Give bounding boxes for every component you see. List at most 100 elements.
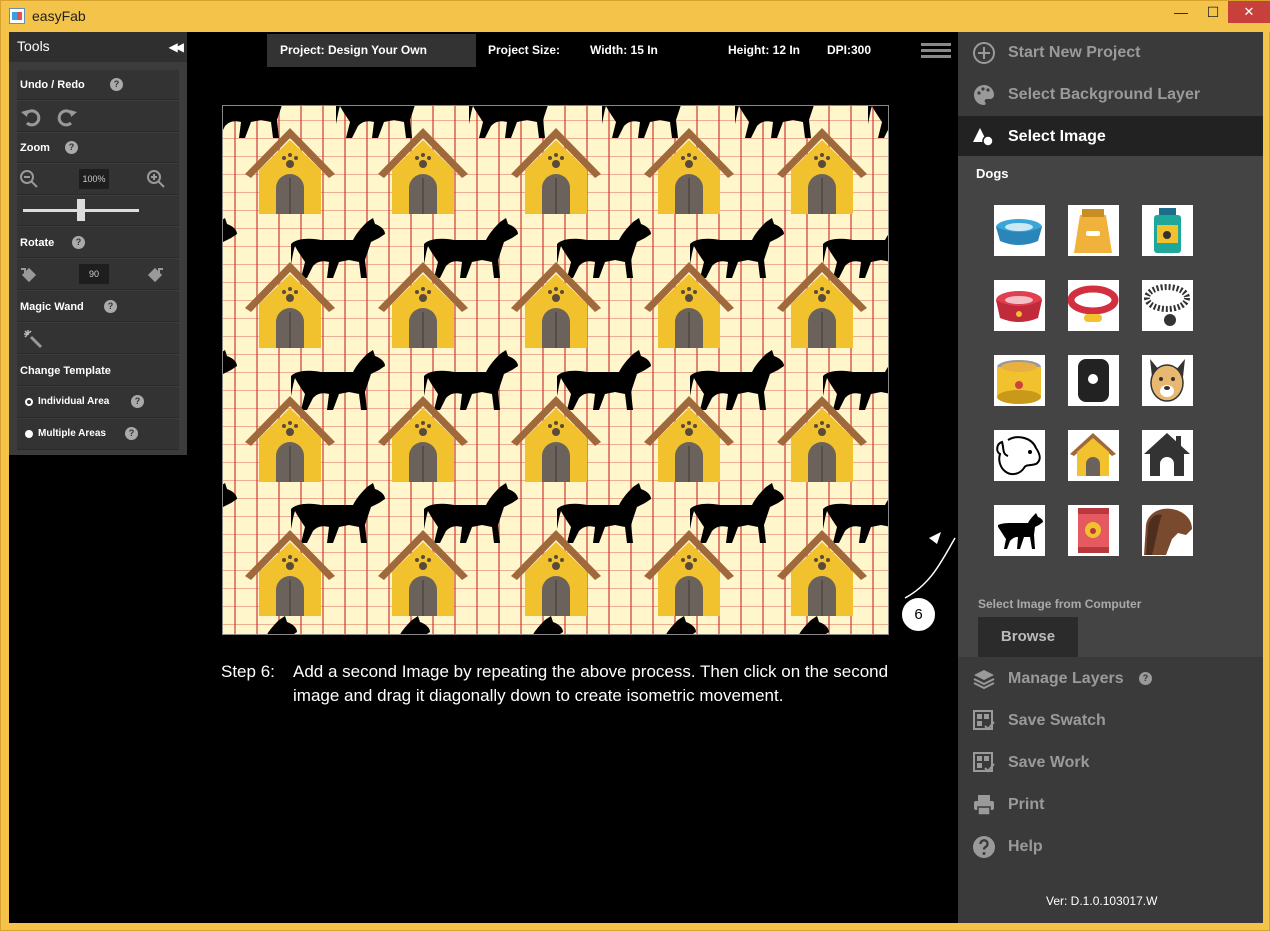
app-icon — [9, 8, 25, 24]
title-bar: easyFab — ☐ ✕ — [1, 1, 1270, 32]
multiple-areas-option[interactable]: Multiple Areas ? — [17, 419, 179, 450]
house-row-3 — [244, 395, 868, 483]
plus-circle-icon — [973, 42, 995, 64]
magic-wand-tool — [17, 323, 179, 354]
black-can-icon — [1078, 359, 1109, 402]
browse-button[interactable]: Browse — [978, 617, 1078, 657]
magic-wand-label: Magic Wand — [20, 301, 84, 313]
rotate-left-icon[interactable] — [19, 265, 39, 285]
zoom-help-icon[interactable]: ? — [65, 141, 78, 154]
sidebar-item-label: Manage Layers — [1008, 670, 1124, 687]
manage-layers-help-icon[interactable]: ? — [1139, 672, 1152, 685]
shapes-icon — [973, 128, 994, 147]
thumb-dog-face[interactable] — [1142, 355, 1193, 406]
tools-title: Tools — [17, 38, 50, 54]
version-label: Ver: D.1.0.103017.W — [1046, 894, 1158, 908]
individual-area-label: Individual Area — [38, 396, 110, 407]
project-name: Project: Design Your Own — [280, 43, 427, 57]
rotate-help-icon[interactable]: ? — [72, 236, 85, 249]
layers-icon — [973, 670, 995, 690]
thumb-black-can[interactable] — [1068, 355, 1119, 406]
rotate-controls: 90 — [17, 259, 179, 290]
redo-icon[interactable] — [55, 105, 79, 129]
sidebar-item-label: Print — [1008, 796, 1045, 813]
collapse-icon[interactable]: ◀◀ — [169, 40, 185, 54]
sidebar-item-label: Save Swatch — [1008, 712, 1106, 729]
sidebar-item-print[interactable]: Print — [958, 784, 1263, 826]
individual-area-help-icon[interactable]: ? — [131, 395, 144, 408]
zoom-in-icon[interactable] — [146, 169, 166, 189]
rotate-label: Rotate — [20, 237, 55, 249]
undo-redo-row: Undo / Redo ? — [17, 70, 179, 100]
tools-header: Tools ◀◀ — [9, 32, 187, 62]
zoom-value-input[interactable]: 100% — [79, 169, 109, 189]
sidebar-item-save-swatch[interactable]: Save Swatch — [958, 700, 1263, 742]
rotate-value-input[interactable]: 90 — [79, 264, 109, 284]
pattern-layer — [223, 106, 888, 634]
sidebar-item-manage-layers[interactable]: Manage Layers ? — [958, 658, 1263, 700]
thumb-dog-house[interactable] — [1068, 430, 1119, 481]
sidebar-item-select-background-layer[interactable]: Select Background Layer — [958, 74, 1263, 116]
project-dpi: DPI:300 — [827, 43, 872, 57]
thumb-dark-dog-house[interactable] — [1142, 430, 1193, 481]
dog-face-icon — [1150, 359, 1185, 402]
zoom-slider-row — [17, 196, 179, 226]
sidebar-item-start-new-project[interactable]: Start New Project — [958, 32, 1263, 74]
magic-wand-icon[interactable] — [23, 329, 43, 349]
magic-wand-row: Magic Wand ? — [17, 291, 179, 322]
zoom-out-icon[interactable] — [19, 169, 39, 189]
change-template-row: Change Template — [17, 355, 179, 386]
dog-head-icon — [1144, 508, 1192, 555]
food-can-icon — [997, 360, 1041, 404]
thumb-dog-outline[interactable] — [994, 430, 1045, 481]
dog-row-5 — [223, 616, 829, 634]
image-category-panel: Dogs Select Image from Computer Browse — [958, 156, 1263, 657]
step-text: Add a second Image by repeating the abov… — [293, 662, 889, 705]
maximize-button[interactable]: ☐ — [1198, 1, 1228, 23]
thumb-black-dog[interactable] — [994, 505, 1045, 556]
zoom-row: Zoom ? — [17, 133, 179, 163]
multiple-areas-help-icon[interactable]: ? — [125, 427, 138, 440]
category-title: Dogs — [976, 166, 1009, 181]
dog-house-icon — [1070, 433, 1116, 476]
black-dog-icon — [998, 513, 1043, 549]
rotate-row: Rotate ? — [17, 227, 179, 258]
individual-area-option[interactable]: Individual Area ? — [17, 387, 179, 418]
tools-panel: Tools ◀◀ Undo / Redo ? Zoom ? 100% Rotat… — [9, 32, 187, 455]
sidebar-item-label: Save Work — [1008, 754, 1090, 771]
black-collar-icon — [1144, 284, 1190, 326]
thumb-food-bag[interactable] — [1068, 205, 1119, 256]
house-row-4 — [244, 529, 868, 617]
thumb-dog-bowl[interactable] — [994, 205, 1045, 256]
thumb-red-collar[interactable] — [1068, 280, 1119, 331]
rotate-right-icon[interactable] — [145, 265, 165, 285]
zoom-slider-thumb[interactable] — [77, 199, 85, 221]
client-area: Tools ◀◀ Undo / Redo ? Zoom ? 100% Rotat… — [9, 32, 1263, 923]
minimize-button[interactable]: — — [1164, 1, 1198, 23]
design-canvas[interactable] — [222, 105, 889, 635]
thumb-medicine-bottle[interactable] — [1142, 205, 1193, 256]
close-button[interactable]: ✕ — [1228, 1, 1270, 23]
thumb-pink-food-bag[interactable] — [1068, 505, 1119, 556]
sidebar-item-save-work[interactable]: Save Work — [958, 742, 1263, 784]
magic-wand-help-icon[interactable]: ? — [104, 300, 117, 313]
thumb-black-collar[interactable] — [1142, 280, 1193, 331]
multiple-areas-radio[interactable] — [25, 430, 33, 438]
dog-outline-icon — [996, 436, 1041, 476]
thumb-dog-head[interactable] — [1142, 505, 1193, 556]
thumb-red-bowl[interactable] — [994, 280, 1045, 331]
step-callout-badge: 6 — [900, 596, 937, 633]
house-row-2 — [244, 261, 868, 349]
food-bag-icon — [1074, 209, 1112, 253]
project-height: Height: 12 In — [728, 43, 801, 57]
undo-icon[interactable] — [19, 105, 43, 129]
multiple-areas-label: Multiple Areas — [38, 428, 106, 439]
zoom-controls: 100% — [17, 164, 179, 195]
menu-icon[interactable] — [921, 43, 951, 59]
undo-redo-help-icon[interactable]: ? — [110, 78, 123, 91]
sidebar-item-help[interactable]: Help — [958, 826, 1263, 868]
project-width: Width: 15 In — [590, 43, 658, 57]
thumb-food-can[interactable] — [994, 355, 1045, 406]
individual-area-radio[interactable] — [25, 398, 33, 406]
sidebar-item-select-image[interactable]: Select Image — [958, 116, 1263, 158]
